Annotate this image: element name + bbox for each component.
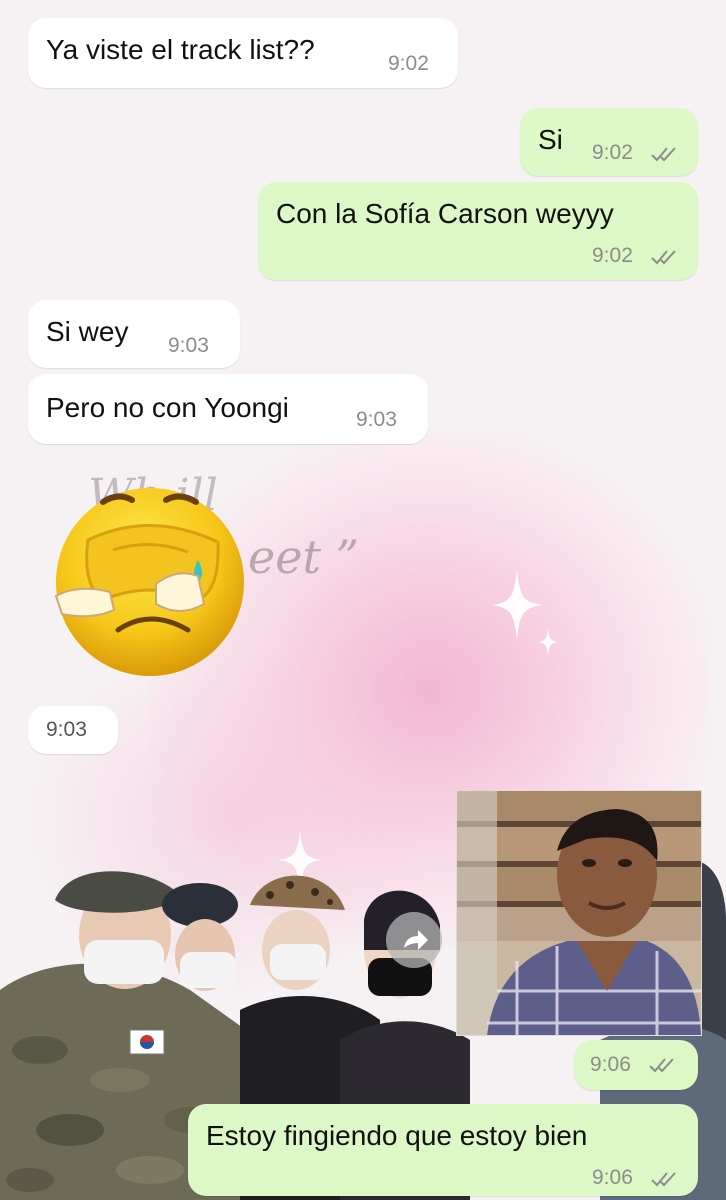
message-time: 9:06 (590, 1053, 631, 1076)
double-check-icon (651, 1172, 676, 1187)
message-text: Pero no con Yoongi (46, 392, 289, 423)
image-message[interactable] (456, 790, 702, 1036)
message-text: Con la Sofía Carson weyyy (276, 198, 614, 229)
double-check-icon (649, 1058, 674, 1073)
message-time: 9:03 (46, 718, 87, 741)
message-bubble-outgoing[interactable]: Estoy fingiendo que estoy bien 9:06 (188, 1104, 698, 1196)
sparkle-icon (492, 570, 542, 640)
double-check-icon (651, 250, 676, 265)
message-text: Si (538, 124, 563, 155)
forward-arrow-icon (404, 930, 428, 950)
message-bubble-incoming[interactable]: Pero no con Yoongi 9:03 (28, 374, 428, 444)
message-time: 9:02 (388, 52, 429, 75)
image-time-badge: 9:06 (574, 1040, 698, 1090)
message-time: 9:03 (356, 408, 397, 431)
message-bubble-incoming[interactable]: Si wey 9:03 (28, 300, 240, 368)
sticker-time-badge: 9:03 (28, 706, 118, 754)
message-time: 9:02 (592, 141, 633, 164)
image-message-photo (457, 791, 701, 1035)
double-check-icon (651, 147, 676, 162)
message-text: Si wey (46, 316, 129, 347)
forward-button[interactable] (386, 912, 442, 968)
message-bubble-outgoing[interactable]: Si 9:02 (520, 108, 698, 176)
message-text: Estoy fingiendo que estoy bien (206, 1120, 588, 1151)
message-time: 9:02 (592, 244, 633, 267)
message-bubble-outgoing[interactable]: Con la Sofía Carson weyyy 9:02 (258, 182, 698, 280)
message-bubble-incoming[interactable]: Ya viste el track list?? 9:02 (28, 18, 458, 88)
message-time: 9:03 (168, 334, 209, 357)
wallpaper-quote-lettering: eet ” (248, 530, 360, 584)
message-text: Ya viste el track list?? (46, 34, 315, 65)
sparkle-small-icon (538, 628, 558, 656)
message-time: 9:06 (592, 1166, 633, 1189)
crying-face-sticker[interactable] (48, 480, 248, 680)
